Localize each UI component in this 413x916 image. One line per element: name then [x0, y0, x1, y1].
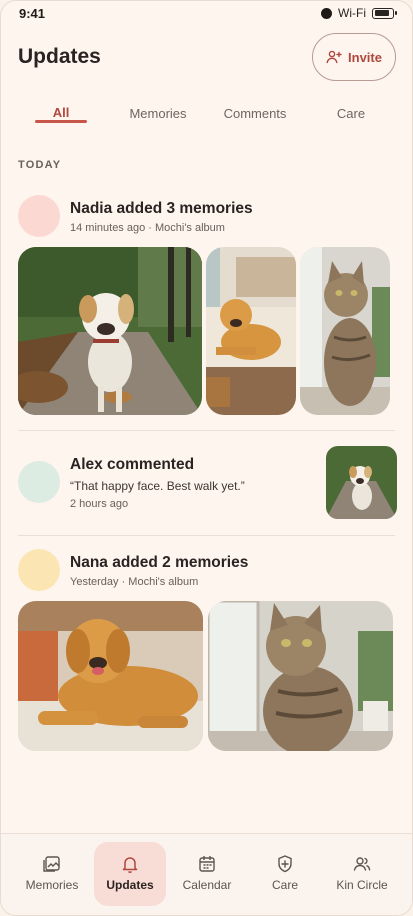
page-title: Updates: [18, 45, 101, 68]
filter-tabs: All Memories Comments Care: [1, 101, 412, 129]
nav-item-care[interactable]: Care: [249, 842, 321, 906]
battery-icon: [372, 7, 397, 19]
feed-item-meta: Yesterday · Mochi's album: [70, 576, 199, 588]
feed-item-meta: 14 minutes ago · Mochi's album: [70, 222, 225, 234]
nav-label: Care: [271, 878, 298, 892]
tabby-cat-sitting-photo[interactable]: [208, 601, 393, 751]
avatar[interactable]: [18, 195, 60, 237]
comment-text: “That happy face. Best walk yet.”: [70, 479, 245, 493]
invite-button[interactable]: Invite: [312, 33, 396, 81]
divider: [18, 535, 395, 536]
terrier-walking-photo[interactable]: [18, 247, 202, 415]
tab-comments[interactable]: Comments: [224, 106, 287, 121]
divider: [18, 430, 395, 431]
bell-icon: [122, 857, 138, 874]
feed-item-title: Nadia added 3 memories: [70, 200, 253, 217]
camera-dot-icon: [321, 7, 333, 19]
tab-all[interactable]: All: [53, 105, 70, 120]
tabby-cat-window-photo[interactable]: [300, 247, 390, 415]
calendar-icon: [199, 856, 215, 872]
nav-label: Kin Circle: [336, 878, 388, 892]
golden-retriever-sofa-photo[interactable]: [206, 247, 296, 415]
add-person-icon: [326, 50, 342, 64]
invite-label: Invite: [348, 49, 382, 65]
wifi-label: Wi-Fi: [338, 6, 366, 20]
people-icon: [353, 857, 371, 871]
bottom-navigation: Memories Updates Calendar Care Kin Circl…: [1, 833, 412, 915]
nav-label: Updates: [106, 878, 154, 892]
terrier-walking-thumbnail[interactable]: [326, 446, 397, 519]
feed-item-title: Alex commented: [70, 456, 195, 473]
feed-item-meta: 2 hours ago: [70, 498, 129, 510]
section-label-today: TODAY: [18, 159, 62, 171]
nav-item-memories[interactable]: Memories: [16, 842, 88, 906]
active-tab-indicator: [35, 120, 87, 123]
nav-label: Calendar: [182, 878, 232, 892]
nav-item-kin-circle[interactable]: Kin Circle: [326, 842, 398, 906]
nav-label: Memories: [25, 878, 79, 892]
golden-retriever-lying-photo[interactable]: [18, 601, 203, 751]
avatar[interactable]: [18, 549, 60, 591]
avatar[interactable]: [18, 461, 60, 503]
tab-care[interactable]: Care: [337, 106, 365, 121]
status-bar: 9:41 Wi-Fi: [1, 1, 412, 27]
feed-item-title: Nana added 2 memories: [70, 554, 249, 571]
nav-item-updates[interactable]: Updates: [94, 842, 166, 906]
photo-album-icon: [43, 856, 60, 872]
nav-item-calendar[interactable]: Calendar: [171, 842, 243, 906]
shield-plus-icon: [278, 855, 292, 873]
app-screen: 9:41 Wi-Fi Updates Invite All Memories C…: [0, 0, 413, 916]
status-indicators: Wi-Fi: [321, 6, 397, 20]
status-time: 9:41: [19, 6, 46, 21]
tab-memories[interactable]: Memories: [129, 106, 186, 121]
